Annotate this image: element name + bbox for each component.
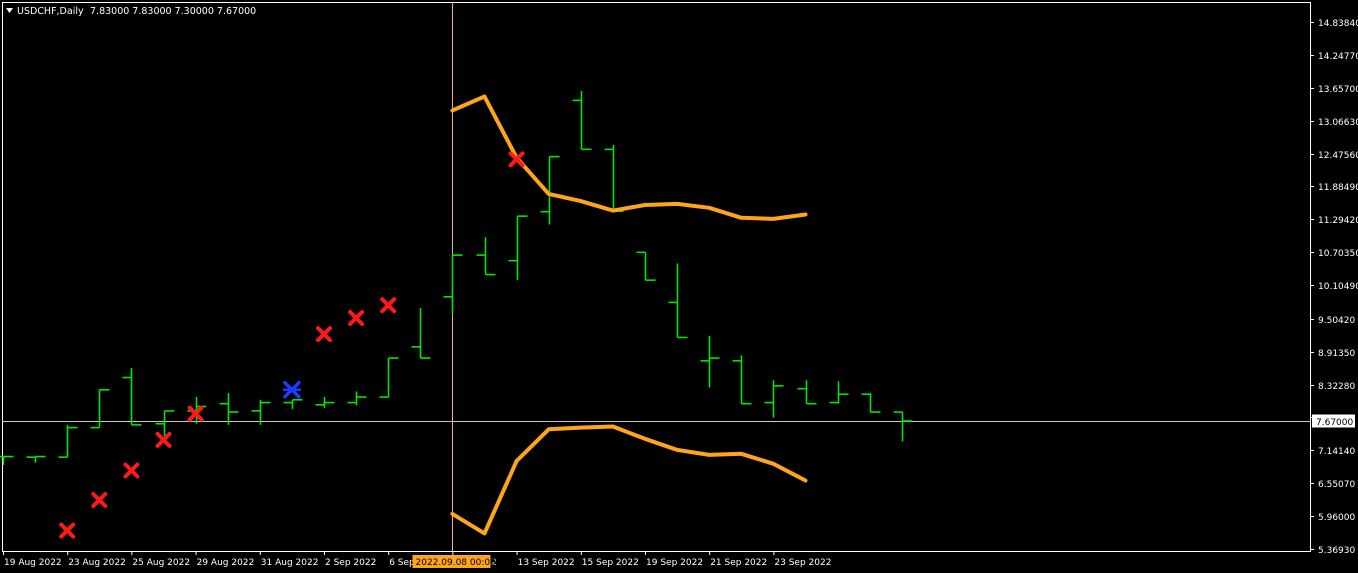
x-axis-tick-label: 19 Aug 2022 (4, 558, 62, 568)
y-axis-tick-label: 14.83840 (1318, 19, 1358, 29)
y-axis-tick-label: 10.70350 (1318, 249, 1358, 259)
y-axis-tick-label: 10.10490 (1318, 282, 1358, 292)
x-axis-tick-label: 23 Sep 2022 (774, 558, 831, 568)
x-axis-tick-label: 23 Aug 2022 (68, 558, 126, 568)
chart-background (0, 0, 1358, 573)
x-axis-tick-label: 19 Sep 2022 (646, 558, 703, 568)
chart-header: USDCHF,Daily 7.83000 7.83000 7.30000 7.6… (6, 6, 256, 17)
y-axis-tick-label: 6.55070 (1318, 480, 1355, 490)
x-axis-tick-label: 6 Sep (389, 558, 415, 568)
y-axis-tick-label: 11.29420 (1318, 216, 1358, 226)
price-tag-label: 7.67000 (1316, 418, 1353, 428)
x-axis-tick-label: 13 Sep 2022 (518, 558, 575, 568)
x-axis-tick-label: 29 Aug 2022 (197, 558, 255, 568)
y-axis-tick-label: 9.50420 (1318, 316, 1355, 326)
y-axis-tick-label: 8.32280 (1318, 382, 1355, 392)
x-axis-tick-label: 15 Sep 2022 (582, 558, 639, 568)
y-axis-tick-label: 12.47560 (1318, 151, 1358, 161)
y-axis-tick-label: 13.06630 (1318, 118, 1358, 128)
date-tag: 2022.09.08 00:00 (412, 555, 497, 568)
chart-header-symbol: USDCHF,Daily (17, 6, 84, 17)
price-tag: 7.67000 (1312, 414, 1355, 428)
y-axis-tick-label: 5.96000 (1318, 513, 1355, 523)
y-axis-tick-label: 5.36930 (1318, 546, 1355, 556)
chart-header-ohlc: 7.83000 7.83000 7.30000 7.67000 (90, 6, 256, 17)
y-axis-tick-label: 13.65700 (1318, 85, 1358, 95)
y-axis-tick-label: 11.88490 (1318, 183, 1358, 193)
x-axis-tick-label: 31 Aug 2022 (261, 558, 319, 568)
y-axis-tick-label: 7.14140 (1318, 447, 1355, 457)
x-axis-tick-label: 25 Aug 2022 (132, 558, 190, 568)
x-axis-tick-label: 2 Sep 2022 (325, 558, 376, 568)
chart-canvas[interactable]: 14.83840 14.24770 13.65700 13.06630 12.47560… (0, 0, 1358, 573)
date-tag-label: 2022.09.08 00:00 (416, 558, 497, 568)
y-axis-tick-label: 14.24770 (1318, 52, 1358, 62)
x-axis-tick-label: 21 Sep 2022 (710, 558, 767, 568)
y-axis-tick-label: 8.91350 (1318, 349, 1355, 359)
